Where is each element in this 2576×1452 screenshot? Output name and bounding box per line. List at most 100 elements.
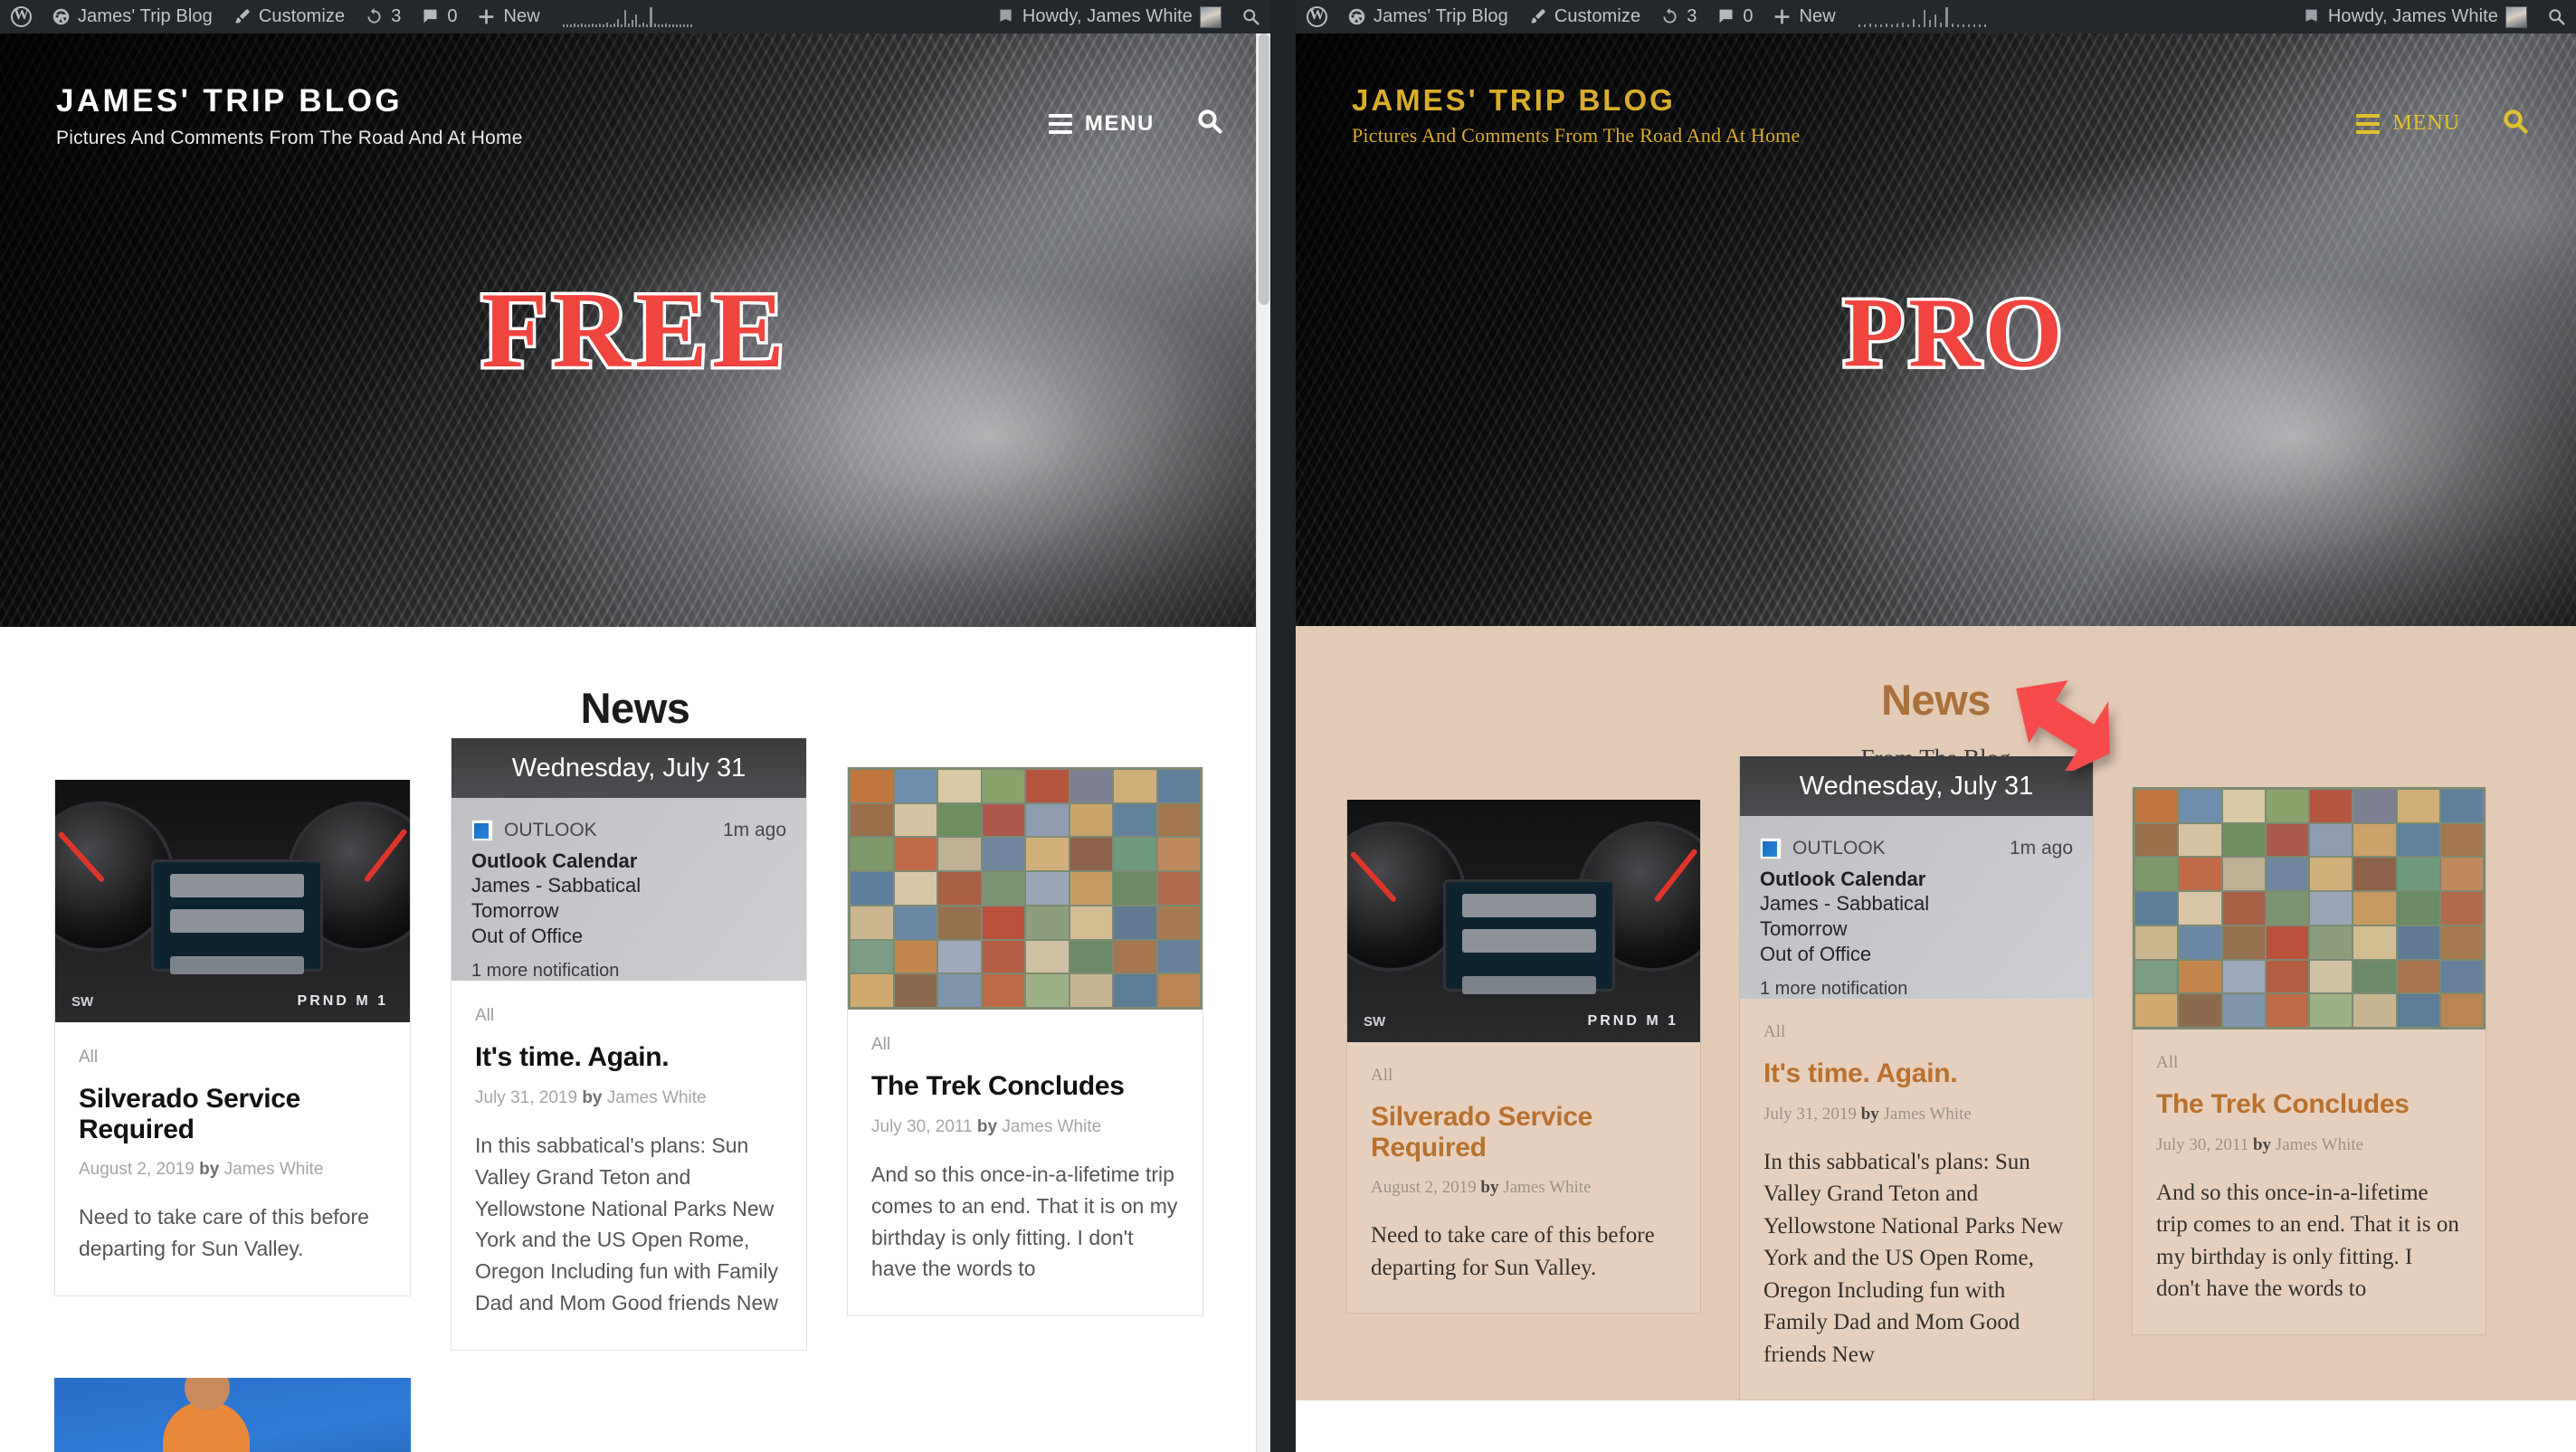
adminbar-howdy[interactable]: Howdy, James White: [986, 0, 1231, 33]
post-thumbnail-gauges[interactable]: SW PRND M 1: [1347, 800, 1700, 1042]
adminbar-updates[interactable]: 3: [1650, 0, 1706, 33]
post-title[interactable]: It's time. Again.: [1763, 1058, 2069, 1089]
adminbar-howdy[interactable]: Howdy, James White: [2292, 0, 2537, 33]
notification-app-name: OUTLOOK: [1792, 838, 1886, 859]
post-title[interactable]: Silverado Service Required: [1371, 1102, 1677, 1163]
adminbar-comments-count: 0: [1743, 6, 1754, 26]
next-post-thumbnail[interactable]: [54, 1378, 411, 1452]
paintbrush-icon: [1530, 9, 1545, 24]
site-branding[interactable]: JAMES' TRIP BLOG Pictures And Comments F…: [0, 33, 523, 149]
site-branding[interactable]: JAMES' TRIP BLOG Pictures And Comments F…: [1296, 33, 1800, 147]
post-thumbnail-lockscreen[interactable]: Wednesday, July 31 OUTLOOK 1m ago Outloo…: [452, 738, 806, 981]
notification-line-1: James - Sabbatical: [471, 874, 642, 897]
post-category[interactable]: All: [475, 1006, 783, 1026]
book-icon: [2305, 9, 2317, 22]
adminbar-customize[interactable]: Customize: [1518, 0, 1650, 33]
post-author[interactable]: James White: [224, 1160, 324, 1179]
adminbar-customize[interactable]: Customize: [223, 0, 355, 33]
post-author[interactable]: James White: [2276, 1135, 2363, 1154]
wp-admin-bar-pro: James' Trip Blog Customize 3 0 New: [1296, 0, 2576, 33]
menu-button[interactable]: MENU: [2356, 111, 2460, 136]
dash-prndl-label: PRND M 1: [297, 993, 388, 1009]
post-title[interactable]: The Trek Concludes: [871, 1071, 1179, 1102]
post-author[interactable]: James White: [1503, 1178, 1591, 1197]
adminbar-site-name[interactable]: James' Trip Blog: [1337, 0, 1518, 33]
post-meta: August 2, 2019 by James White: [79, 1160, 386, 1180]
plus-icon: [480, 9, 494, 24]
notification-time: 1m ago: [2009, 838, 2073, 859]
outlook-app-icon: [1760, 838, 1782, 859]
post-card[interactable]: All The Trek Concludes July 30, 2011 by …: [847, 767, 1203, 1317]
menu-button[interactable]: MENU: [1048, 111, 1155, 137]
post-author[interactable]: James White: [607, 1088, 707, 1107]
post-category[interactable]: All: [2156, 1053, 2462, 1073]
post-title[interactable]: The Trek Concludes: [2156, 1089, 2462, 1120]
scrollbar-thumb[interactable]: [1259, 33, 1269, 305]
notification-line-2: Tomorrow: [1760, 917, 1848, 941]
dash-sw-label: SW: [71, 994, 94, 1010]
post-title[interactable]: It's time. Again.: [475, 1042, 783, 1073]
lcd-service-line: [1462, 894, 1596, 917]
post-category[interactable]: All: [1371, 1066, 1677, 1086]
dash-lcd-display: [1443, 879, 1615, 994]
post-title[interactable]: Silverado Service Required: [79, 1084, 386, 1144]
post-card-body: All It's time. Again. July 31, 2019 by J…: [452, 981, 806, 1350]
post-by-label: by: [1480, 1178, 1499, 1198]
panel-divider: [1270, 0, 1296, 1452]
site-tagline: Pictures And Comments From The Road And …: [56, 128, 523, 148]
site-title: JAMES' TRIP BLOG: [1352, 83, 1676, 117]
post-author[interactable]: James White: [1884, 1105, 1972, 1124]
adminbar-new-label: New: [1799, 6, 1836, 26]
post-date: July 31, 2019: [475, 1087, 578, 1107]
post-date: July 30, 2011: [871, 1116, 973, 1136]
post-category[interactable]: All: [1763, 1022, 2069, 1042]
adminbar-comments[interactable]: 0: [411, 0, 467, 33]
site-search-button[interactable]: [2502, 108, 2529, 139]
adminbar-updates-count: 3: [1687, 6, 1697, 26]
post-thumbnail-lockscreen[interactable]: Wednesday, July 31 OUTLOOK 1m ago Outloo…: [1740, 756, 2093, 999]
photo-collage: [848, 767, 1202, 1010]
notification-line-1: James - Sabbatical: [1760, 892, 1930, 915]
post-card[interactable]: Wednesday, July 31 OUTLOOK 1m ago Outloo…: [1739, 756, 2094, 1401]
adminbar-search[interactable]: [1231, 0, 1270, 33]
post-card[interactable]: All The Trek Concludes July 30, 2011 by …: [2132, 787, 2486, 1335]
wp-admin-bar-free: James' Trip Blog Customize 3 0 New: [0, 0, 1270, 33]
post-thumbnail-collage[interactable]: [848, 767, 1202, 1010]
avatar: [2505, 5, 2527, 28]
search-icon: [2504, 109, 2528, 134]
adminbar-comments[interactable]: 0: [1706, 0, 1763, 33]
site-header-free: JAMES' TRIP BLOG Pictures And Comments F…: [0, 33, 1270, 148]
post-author[interactable]: James White: [1002, 1117, 1101, 1136]
post-category[interactable]: All: [871, 1035, 1179, 1055]
news-section-free: News SW PRND M 1 All Silverado Service R…: [0, 627, 1270, 1452]
site-search-button[interactable]: [1196, 108, 1223, 139]
hamburger-icon: [2356, 113, 2381, 134]
updates-icon: [1663, 7, 1677, 24]
adminbar-new[interactable]: New: [1763, 0, 1845, 33]
adminbar-site-name[interactable]: James' Trip Blog: [42, 0, 223, 33]
adminbar-new[interactable]: New: [467, 0, 549, 33]
post-category[interactable]: All: [79, 1048, 386, 1068]
search-icon: [2549, 9, 2565, 25]
adminbar-search[interactable]: [2537, 0, 2576, 33]
page-scrollbar-free[interactable]: [1256, 33, 1270, 1452]
comparison-stage: James' Trip Blog Customize 3 0 New: [0, 0, 2576, 1452]
post-by-label: by: [582, 1087, 603, 1107]
red-arrow-annotation: [2016, 680, 2110, 771]
lcd-service-line: [170, 874, 304, 897]
post-card[interactable]: Wednesday, July 31 OUTLOOK 1m ago Outloo…: [451, 738, 807, 1352]
dash-sw-label: SW: [1364, 1014, 1386, 1030]
adminbar-wp-logo[interactable]: [1296, 0, 1337, 33]
notification-line-3: Out of Office: [471, 925, 584, 948]
post-card[interactable]: SW PRND M 1 All Silverado Service Requir…: [54, 780, 411, 1297]
post-excerpt: And so this once-in-a-lifetime trip come…: [871, 1162, 1178, 1281]
post-card[interactable]: SW PRND M 1 All Silverado Service Requir…: [1346, 800, 1701, 1314]
site-nav-free: MENU: [1048, 33, 1270, 139]
adminbar-updates[interactable]: 3: [355, 0, 411, 33]
hero-pro: JAMES' TRIP BLOG Pictures And Comments F…: [1296, 33, 2576, 626]
adminbar-wp-logo[interactable]: [0, 0, 42, 33]
post-meta: July 31, 2019 by James White: [1763, 1105, 2069, 1125]
post-thumbnail-collage[interactable]: [2133, 787, 2486, 1030]
post-thumbnail-gauges[interactable]: SW PRND M 1: [55, 780, 410, 1022]
post-card-body: All It's time. Again. July 31, 2019 by J…: [1740, 999, 2093, 1400]
